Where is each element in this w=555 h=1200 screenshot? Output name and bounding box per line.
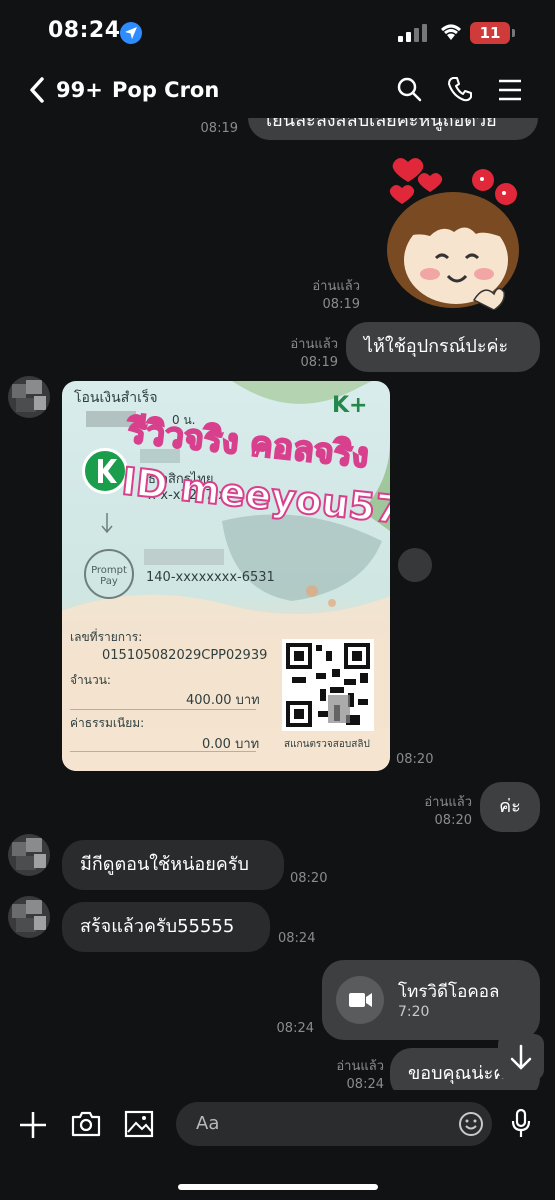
menu-icon[interactable]	[498, 79, 522, 101]
call-title: โทรวิดีโอคอล	[398, 982, 500, 1002]
image-gallery-icon[interactable]	[124, 1110, 154, 1138]
arrow-down-icon	[101, 513, 113, 534]
message-bubble[interactable]: ไห้ใช้อุปกรณ์ปะค่ะ	[346, 322, 540, 372]
qr-caption: สแกนตรวจสอบสลิป	[284, 739, 370, 750]
message-text: ค่ะ	[499, 796, 521, 818]
avatar[interactable]	[8, 896, 50, 938]
wifi-icon	[441, 24, 461, 40]
location-arrow-icon	[120, 22, 142, 44]
slip-fee-label: ค่าธรรมเนียม:	[70, 716, 145, 730]
qr-code-icon	[282, 639, 374, 731]
avatar[interactable]	[8, 834, 50, 876]
sticker[interactable]	[378, 150, 528, 311]
message-text: สร้จแล้วครับ55555	[80, 916, 235, 938]
slip-ref-label: เลขที่รายการ:	[70, 630, 143, 644]
promptpay-label: Prompt Pay	[91, 565, 127, 587]
read-receipt: อ่านแล้ว 08:19	[278, 336, 338, 371]
message-time: 08:19	[200, 121, 238, 136]
read-label: อ่านแล้ว	[290, 337, 338, 352]
slip-amount-label: จำนวน:	[70, 673, 111, 687]
input-placeholder: Aa	[196, 1113, 220, 1134]
arrow-down-icon	[510, 1044, 532, 1070]
scroll-down-button[interactable]	[498, 1034, 544, 1080]
share-button[interactable]	[398, 548, 432, 582]
slip-to-account: 140-xxxxxxxx-6531	[146, 570, 275, 585]
message-bubble[interactable]: สร้จแล้วครับ55555	[62, 902, 270, 952]
message-text: มีกีดูตอนใช้หน่อยครับ	[80, 854, 249, 876]
cellular-signal-icon	[398, 24, 428, 42]
read-receipt: อ่านแล้ว 08:20	[410, 794, 472, 829]
avatar[interactable]	[8, 376, 50, 418]
battery-tip	[512, 29, 515, 37]
microphone-icon[interactable]	[510, 1108, 532, 1140]
chat-messages[interactable]: 08:19 เย็นละลงสลิปเลยค่ะหนูถือด้วย อ่านแ…	[0, 118, 555, 1090]
slip-ref-value: 015105082029CPP02939	[102, 648, 268, 663]
home-indicator	[178, 1184, 378, 1190]
chat-header: 99+ Pop Cron	[0, 62, 555, 118]
message-time: 08:20	[396, 752, 434, 767]
slip-amount-value: 400.00 บาท	[186, 693, 260, 708]
promptpay-logo-icon: Prompt Pay	[84, 549, 134, 599]
video-call-bubble[interactable]: โทรวิดีโอคอล 7:20	[322, 960, 540, 1040]
message-bubble[interactable]: มีกีดูตอนใช้หน่อยครับ	[62, 840, 284, 890]
pixelated-blur	[144, 549, 224, 565]
battery-level: 11	[479, 24, 501, 42]
message-input-bar: Aa	[0, 1090, 555, 1200]
phone-icon[interactable]	[447, 76, 473, 102]
status-bar: 08:24 11	[0, 0, 555, 60]
back-chevron-icon[interactable]	[28, 76, 46, 104]
message-time: 08:24	[278, 931, 316, 946]
status-time: 08:24	[48, 18, 121, 43]
video-camera-icon	[336, 976, 384, 1024]
read-label: อ่านแล้ว	[312, 279, 360, 294]
plus-icon[interactable]	[18, 1110, 48, 1140]
read-label: อ่านแล้ว	[336, 1059, 384, 1074]
read-receipt: อ่านแล้ว 08:24	[326, 1058, 384, 1090]
divider	[70, 709, 256, 710]
read-receipt: อ่านแล้ว 08:19	[300, 278, 360, 313]
chat-title: Pop Cron	[112, 78, 220, 102]
camera-icon[interactable]	[70, 1110, 102, 1138]
message-time: 08:24	[276, 1021, 314, 1036]
call-duration: 7:20	[398, 1004, 430, 1020]
message-bubble[interactable]: เย็นละลงสลิปเลยค่ะหนูถือด้วย	[248, 118, 538, 140]
message-text: เย็นละลงสลิปเลยค่ะหนูถือด้วย	[266, 118, 497, 132]
message-time: 08:20	[434, 812, 472, 828]
kplus-logo: K+	[332, 393, 368, 418]
emoji-icon[interactable]	[458, 1111, 484, 1137]
message-time: 08:24	[346, 1076, 384, 1090]
transfer-slip-image[interactable]: โอนเงินสำเร็จ 0 น. K+ ธ.กสิกรไทย x-x-x22…	[62, 381, 390, 771]
read-label: อ่านแล้ว	[424, 795, 472, 810]
message-time: 08:19	[322, 296, 360, 312]
message-time: 08:20	[290, 871, 328, 886]
battery-icon: 11	[470, 22, 510, 44]
message-time: 08:19	[300, 354, 338, 370]
search-icon[interactable]	[396, 76, 422, 102]
message-bubble[interactable]: ค่ะ	[480, 782, 540, 832]
divider	[70, 751, 256, 752]
sticker-girl-image	[387, 158, 519, 311]
unread-count[interactable]: 99+	[56, 78, 103, 102]
message-text: ไห้ใช้อุปกรณ์ปะค่ะ	[364, 336, 509, 358]
message-input[interactable]: Aa	[176, 1102, 492, 1146]
